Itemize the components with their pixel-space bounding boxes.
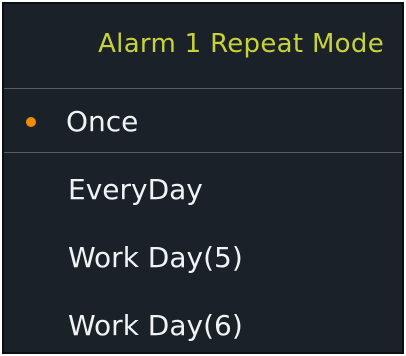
option-label: Once xyxy=(66,105,139,138)
repeat-mode-menu: Alarm 1 Repeat Mode Once EveryDay Work D… xyxy=(2,2,404,354)
option-label: Work Day(6) xyxy=(68,309,243,342)
option-once[interactable]: Once xyxy=(4,98,402,146)
option-work-day-6[interactable]: Work Day(6) xyxy=(4,302,402,350)
option-label: Work Day(5) xyxy=(68,241,243,274)
option-work-day-5[interactable]: Work Day(5) xyxy=(4,234,402,282)
menu-title: Alarm 1 Repeat Mode xyxy=(98,29,384,59)
divider xyxy=(4,88,402,89)
selected-bullet-icon xyxy=(26,117,36,127)
divider xyxy=(4,152,402,153)
option-everyday[interactable]: EveryDay xyxy=(4,166,402,214)
option-label: EveryDay xyxy=(68,173,203,206)
